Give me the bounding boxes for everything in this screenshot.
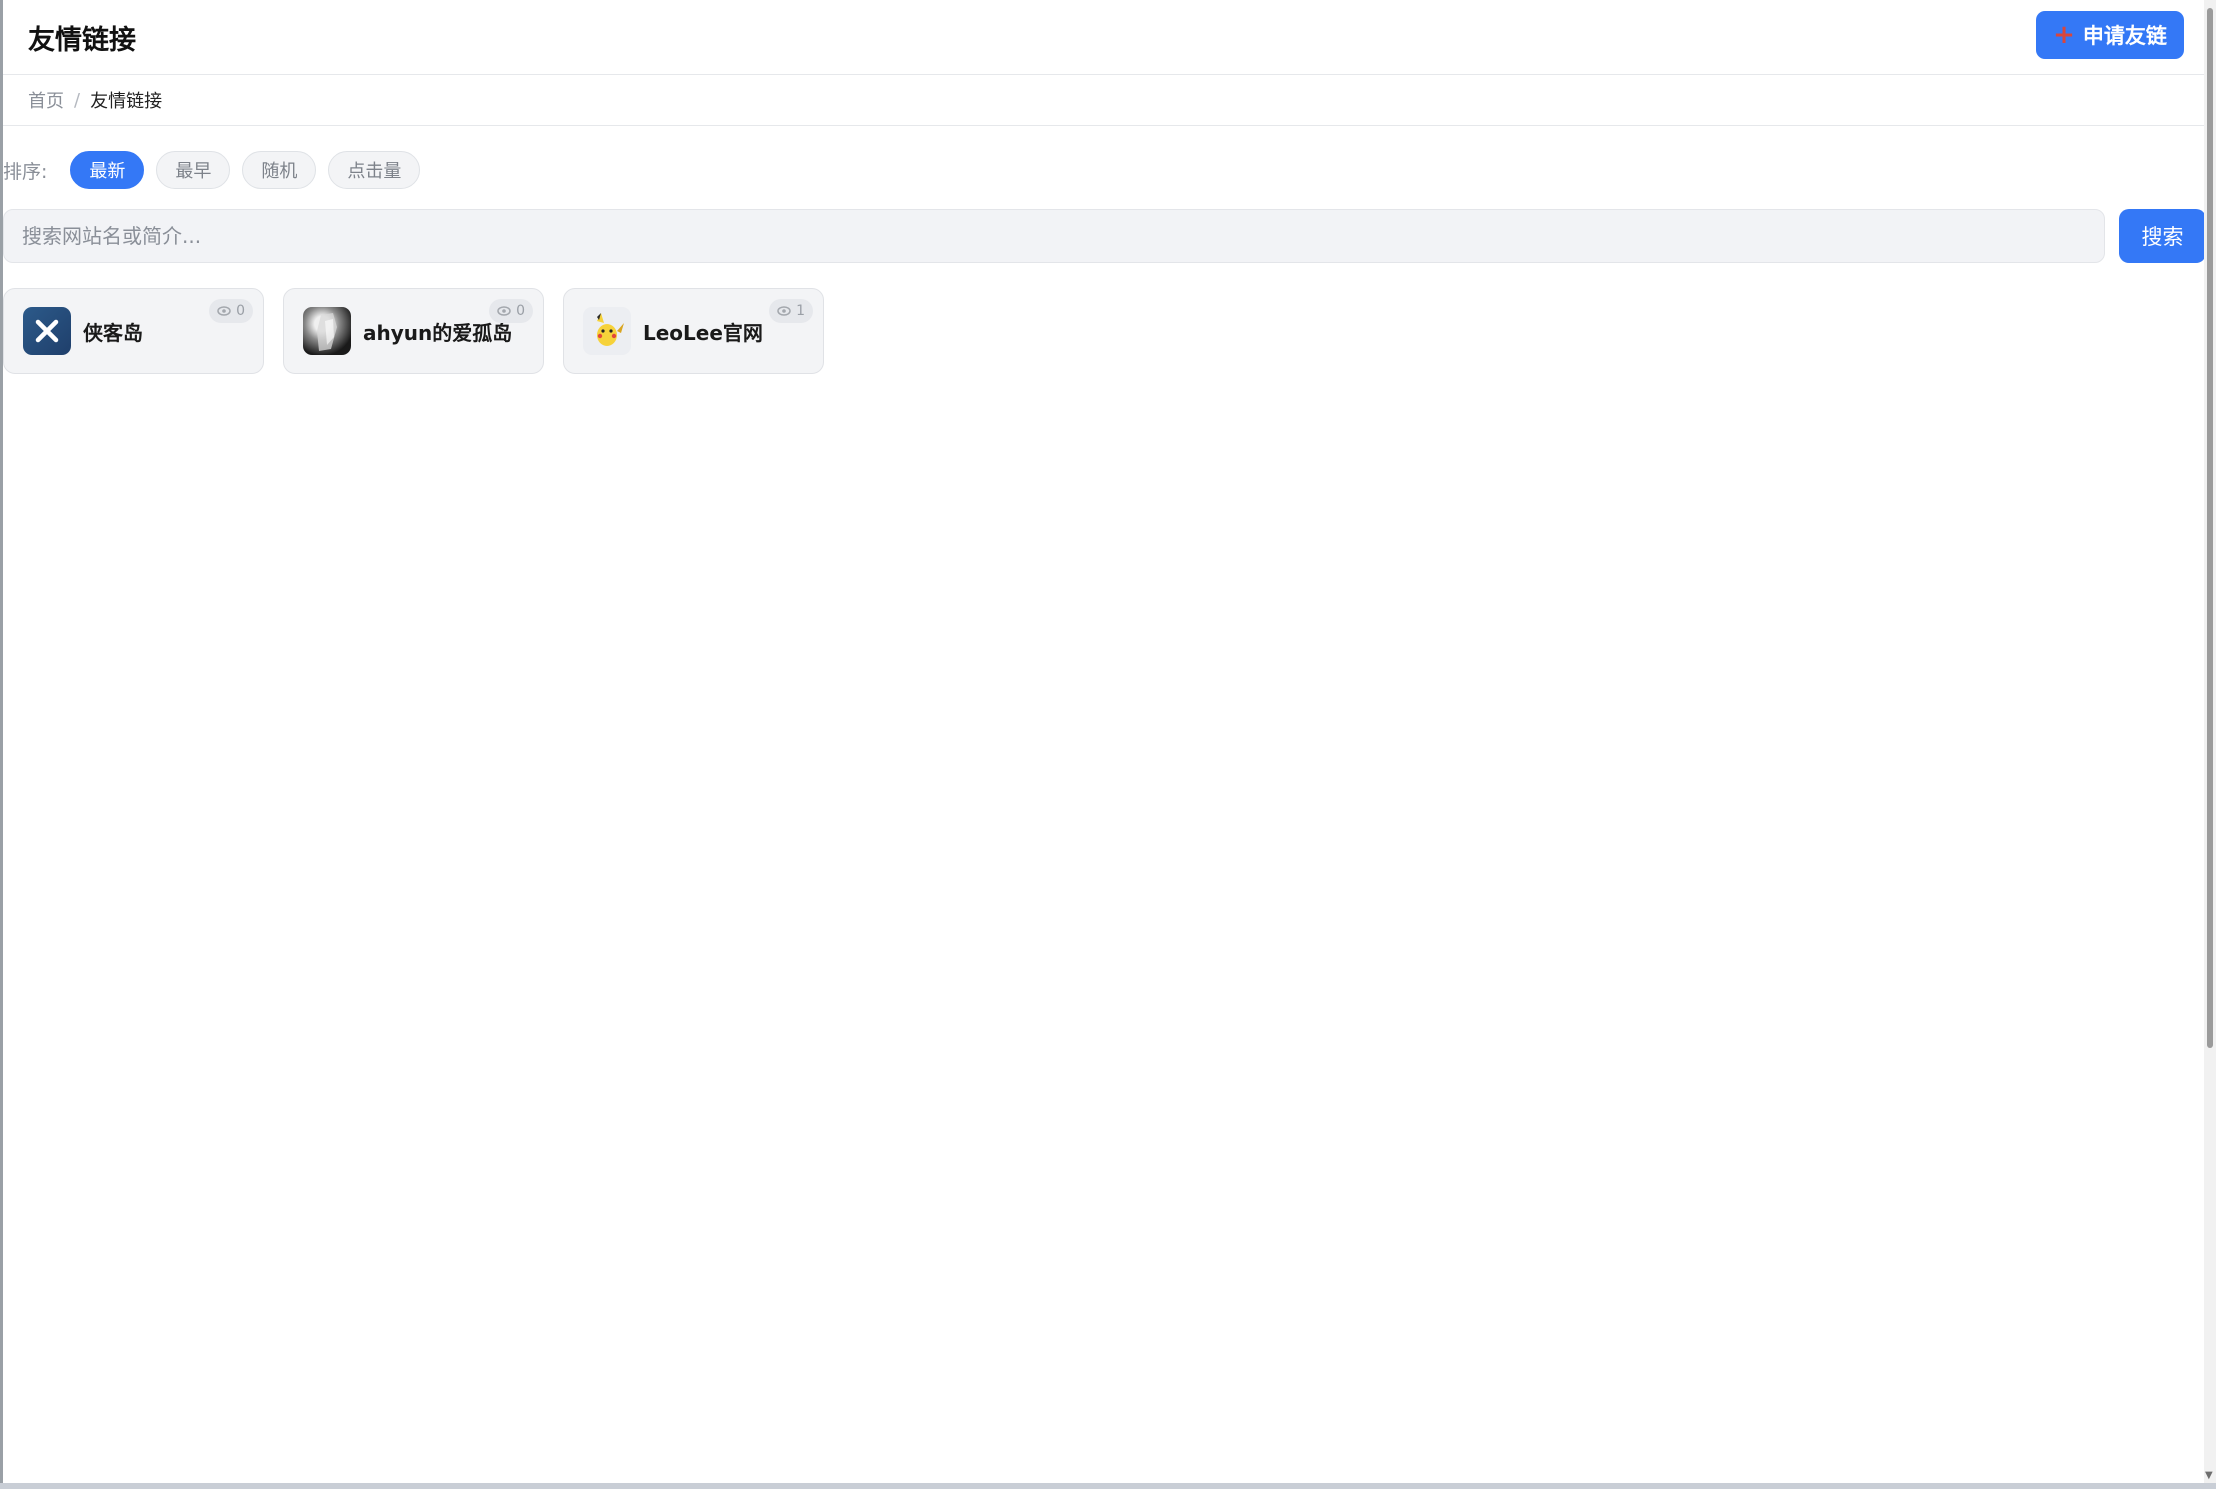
eye-icon <box>497 306 511 316</box>
link-card[interactable]: LeoLee官网 1 <box>563 288 824 374</box>
view-count: 0 <box>236 303 245 319</box>
photo-avatar <box>303 307 351 355</box>
view-count: 0 <box>516 303 525 319</box>
site-name: ahyun的爱孤岛 <box>363 320 513 345</box>
plus-icon: + <box>2053 20 2075 50</box>
sort-oldest-button[interactable]: 最早 <box>156 151 231 189</box>
pikachu-avatar <box>583 307 631 355</box>
scrollbar-thumb[interactable] <box>2207 8 2213 1048</box>
breadcrumb: 首页 / 友情链接 <box>3 75 2204 126</box>
link-card[interactable]: ahyun的爱孤岛 0 <box>283 288 544 374</box>
site-name: LeoLee官网 <box>643 320 763 345</box>
view-count-badge: 0 <box>209 299 253 323</box>
page-title: 友情链接 <box>28 25 136 56</box>
breadcrumb-current: 友情链接 <box>90 91 163 112</box>
breadcrumb-separator: / <box>74 89 81 111</box>
sort-clicks-button[interactable]: 点击量 <box>328 151 421 189</box>
link-card[interactable]: 侠客岛 0 <box>3 288 264 374</box>
apply-link-label: 申请友链 <box>2082 24 2167 48</box>
sort-newest-button[interactable]: 最新 <box>70 151 145 189</box>
page-header: 友情链接 + 申请友链 <box>3 0 2204 75</box>
search-input[interactable] <box>3 209 2105 263</box>
scroll-down-arrow-icon[interactable]: ▼ <box>2205 1470 2213 1481</box>
view-count-badge: 1 <box>769 299 813 323</box>
link-card-list: 侠客岛 0 ahyun的爱孤岛 0 LeoLee官网 1 <box>3 288 824 374</box>
sort-bar: 排序: 最新 最早 随机 点击量 <box>3 150 432 190</box>
window-bottom-edge <box>0 1483 2216 1489</box>
sort-random-button[interactable]: 随机 <box>242 151 317 189</box>
eye-icon <box>777 306 791 316</box>
view-count-badge: 0 <box>489 299 533 323</box>
search-button[interactable]: 搜索 <box>2119 209 2206 263</box>
eye-icon <box>217 306 231 316</box>
view-count: 1 <box>796 303 805 319</box>
breadcrumb-home[interactable]: 首页 <box>28 87 64 113</box>
apply-link-button[interactable]: + 申请友链 <box>2036 11 2184 59</box>
x-logo-icon <box>23 307 71 355</box>
site-name: 侠客岛 <box>83 320 143 345</box>
vertical-scrollbar[interactable]: ▼ <box>2204 0 2216 1483</box>
sort-label: 排序: <box>3 160 48 183</box>
